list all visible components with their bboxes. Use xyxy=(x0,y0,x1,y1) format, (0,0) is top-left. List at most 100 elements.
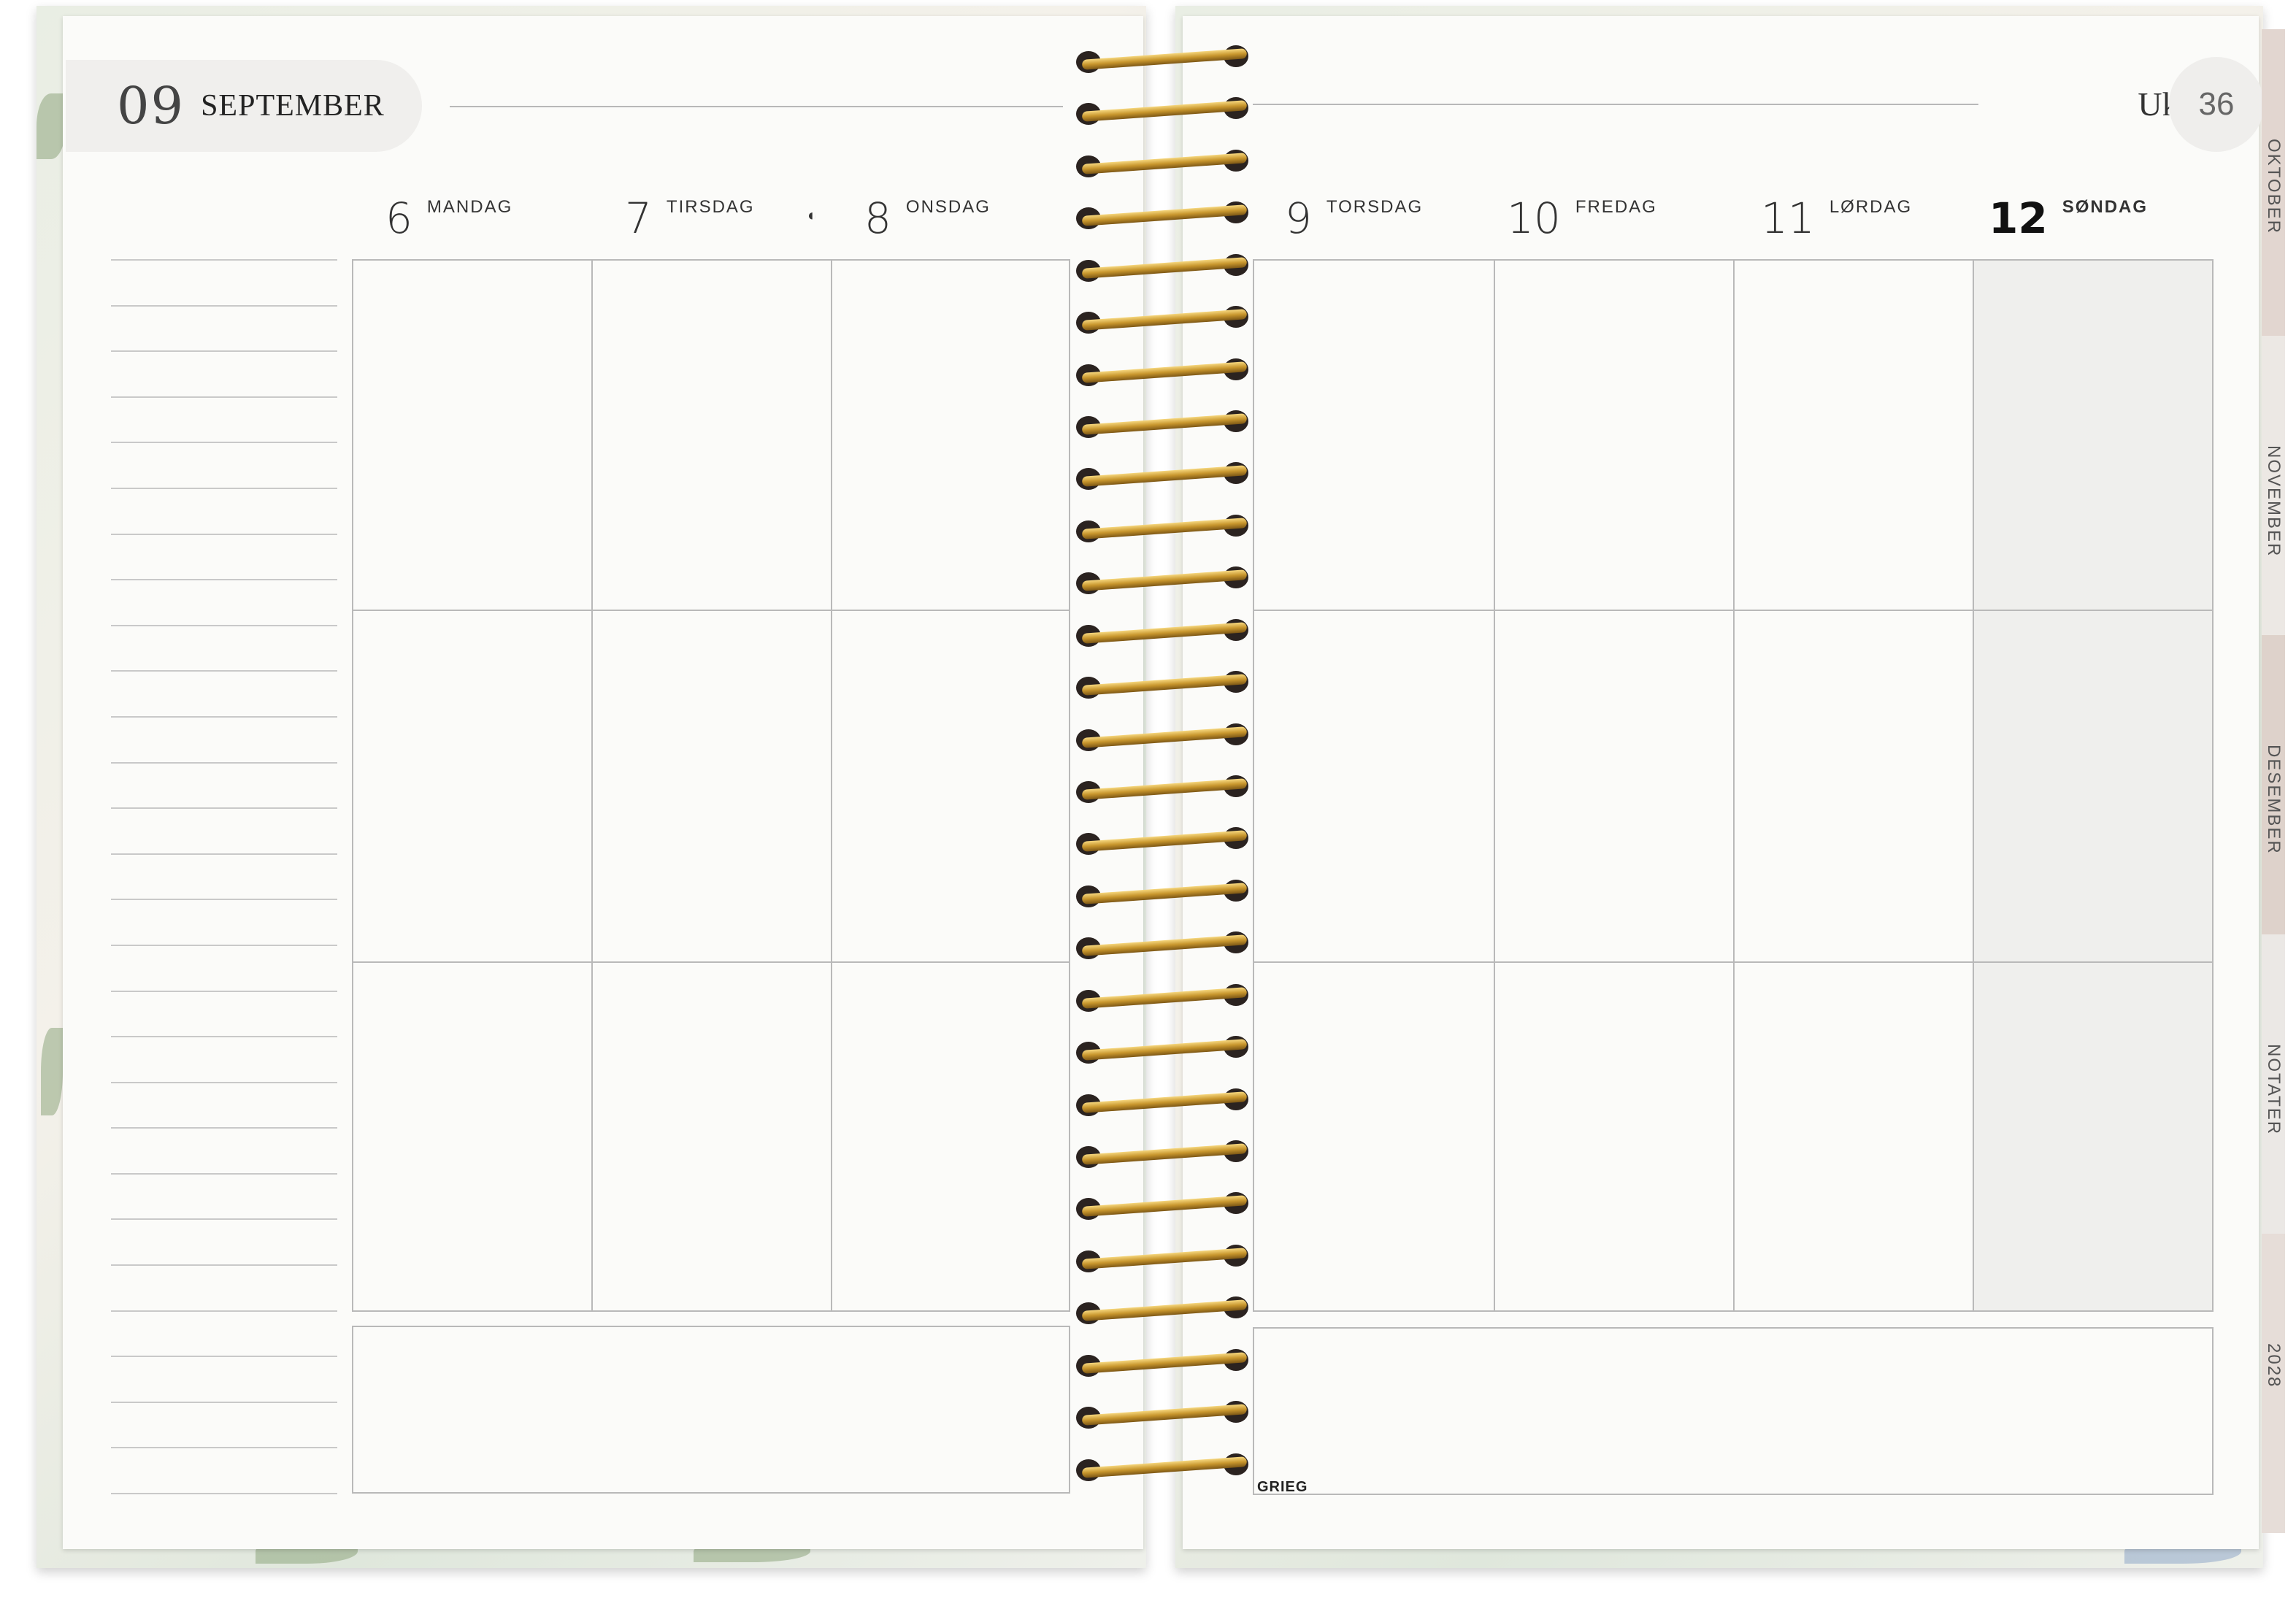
spiral-wire xyxy=(1081,1456,1248,1478)
notes-lines xyxy=(111,259,337,1539)
month-name: SEPTEMBER xyxy=(201,89,385,123)
spiral-ring xyxy=(1073,461,1256,497)
grid-divider xyxy=(591,261,593,1310)
week-note-box-left[interactable] xyxy=(352,1326,1070,1494)
day-name: LØRDAG xyxy=(1829,197,1913,217)
spiral-wire xyxy=(1081,1404,1248,1426)
tab-label: NOVEMBER xyxy=(2264,445,2284,558)
day-header-sunday: 12 SØNDAG xyxy=(1989,197,2148,239)
tab-2028[interactable]: 2028 xyxy=(2262,1234,2285,1533)
spiral-ring xyxy=(1073,1034,1256,1071)
spiral-ring xyxy=(1073,200,1256,237)
spiral-ring xyxy=(1073,1243,1256,1280)
spiral-wire xyxy=(1081,934,1248,957)
tab-label: NOTATER xyxy=(2264,1044,2284,1136)
spiral-wire xyxy=(1081,152,1248,174)
grid-divider xyxy=(1254,610,2212,611)
tab-label: OKTOBER xyxy=(2264,139,2284,234)
header-rule-right xyxy=(1253,104,1978,105)
spiral-wire xyxy=(1081,882,1248,904)
tab-label: 2028 xyxy=(2264,1343,2284,1388)
day-header-thursday: 9 TORSDAG xyxy=(1285,197,1423,239)
floral-leaf xyxy=(37,93,66,159)
day-number: 11 xyxy=(1761,193,1815,243)
spiral-ring xyxy=(1073,1348,1256,1384)
tab-label: DESEMBER xyxy=(2264,745,2284,855)
spiral-ring xyxy=(1073,148,1256,185)
day-name: TORSDAG xyxy=(1326,197,1424,217)
month-tabs: OKTOBER NOVEMBER DESEMBER NOTATER 2028 xyxy=(2262,29,2285,1548)
spiral-ring xyxy=(1073,1087,1256,1123)
spiral-ring xyxy=(1073,774,1256,810)
day-number: 6 xyxy=(385,193,412,243)
spiral-wire xyxy=(1081,100,1248,123)
day-name: FREDAG xyxy=(1575,197,1657,217)
spiral-ring xyxy=(1073,618,1256,654)
spiral-wire xyxy=(1081,986,1248,1009)
week-number-badge: 36 xyxy=(2169,57,2264,152)
day-name: TIRSDAG xyxy=(666,197,755,217)
spiral-wire xyxy=(1081,778,1248,800)
day-name: SØNDAG xyxy=(2062,197,2149,217)
spiral-ring xyxy=(1073,1139,1256,1175)
grid-divider xyxy=(353,610,1069,611)
spiral-ring xyxy=(1073,983,1256,1019)
day-header-monday: 6 MANDAG xyxy=(385,197,512,239)
day-grid-right xyxy=(1253,259,2214,1312)
spiral-ring xyxy=(1073,1452,1256,1488)
header-rule-left xyxy=(450,106,1063,107)
spiral-wire xyxy=(1081,1039,1248,1061)
day-number: 9 xyxy=(1285,193,1312,243)
tab-november[interactable]: NOVEMBER xyxy=(2262,336,2285,635)
spiral-ring xyxy=(1073,722,1256,758)
day-header-friday: 10 FREDAG xyxy=(1507,197,1657,239)
brand-logo: GRIEG xyxy=(1257,1479,1308,1495)
tab-desember[interactable]: DESEMBER xyxy=(2262,635,2285,934)
floral-leaf xyxy=(41,1028,63,1115)
spiral-ring xyxy=(1073,253,1256,289)
grid-divider xyxy=(1733,261,1735,1310)
tab-notater[interactable]: NOTATER xyxy=(2262,934,2285,1234)
spiral-wire xyxy=(1081,1195,1248,1218)
grid-divider xyxy=(1494,261,1495,1310)
spiral-wire xyxy=(1081,361,1248,383)
spiral-ring xyxy=(1073,565,1256,602)
spiral-wire xyxy=(1081,413,1248,435)
spiral-wire xyxy=(1081,465,1248,488)
spiral-wire xyxy=(1081,48,1248,70)
spiral-ring xyxy=(1073,96,1256,132)
grid-divider xyxy=(1973,261,1974,1310)
spiral-ring xyxy=(1073,1295,1256,1332)
day-number: 8 xyxy=(864,193,891,243)
grid-divider xyxy=(353,961,1069,963)
spiral-ring xyxy=(1073,878,1256,915)
month-number: 09 xyxy=(117,76,185,136)
tab-oktober[interactable]: OKTOBER xyxy=(2262,29,2285,336)
grid-divider xyxy=(1254,961,2212,963)
day-name: ONSDAG xyxy=(905,197,991,217)
spiral-ring xyxy=(1073,409,1256,445)
day-header-tuesday: 7 TIRSDAG xyxy=(625,197,755,239)
half-moon-icon: ◐ xyxy=(807,206,818,224)
week-note-box-right[interactable] xyxy=(1253,1327,2214,1495)
grid-divider xyxy=(831,261,832,1310)
day-number: 7 xyxy=(625,193,652,243)
spiral-ring xyxy=(1073,1399,1256,1436)
spiral-ring xyxy=(1073,826,1256,862)
spiral-binding xyxy=(1073,44,1256,1533)
spiral-ring xyxy=(1073,513,1256,550)
day-grid-left xyxy=(352,259,1070,1312)
spiral-wire xyxy=(1081,204,1248,227)
day-header-wednesday: 8 ONSDAG xyxy=(864,197,991,239)
spiral-wire xyxy=(1081,674,1248,696)
spiral-wire xyxy=(1081,1299,1248,1322)
spiral-ring xyxy=(1073,930,1256,967)
spiral-ring xyxy=(1073,1191,1256,1227)
day-number: 12 xyxy=(1989,193,2048,243)
spiral-ring xyxy=(1073,669,1256,706)
day-name: MANDAG xyxy=(426,197,513,217)
spiral-wire xyxy=(1081,1143,1248,1165)
sunday-shade xyxy=(1973,261,2212,1310)
spiral-wire xyxy=(1081,621,1248,644)
month-header: 09 SEPTEMBER xyxy=(66,60,422,152)
